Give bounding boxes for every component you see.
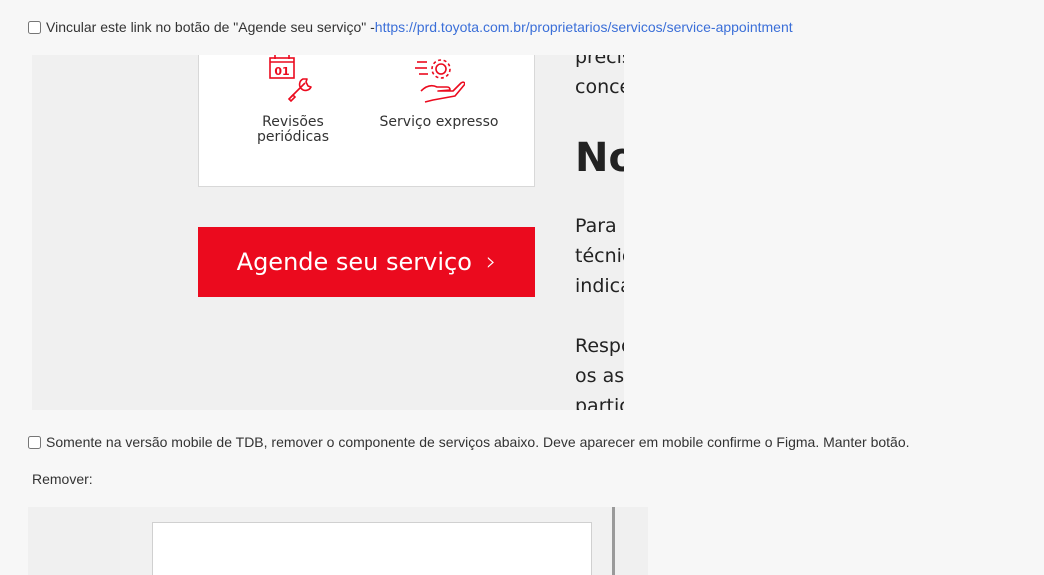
article-line: indica <box>575 275 624 297</box>
services-card-preview <box>152 522 592 575</box>
article-line: conce <box>575 76 624 98</box>
calendar-wrench-icon: 01 <box>269 55 312 103</box>
clipped-article-text: precis conce No Para i técnic indica Res… <box>575 55 624 410</box>
link-option-label: Vincular este link no botão de "Agende s… <box>46 19 375 35</box>
service-item-periodic-revisions: 01 Revisões periódicas <box>233 55 353 145</box>
calendar-day: 01 <box>274 65 289 78</box>
screenshot-frame <box>120 507 615 575</box>
service-appointment-link[interactable]: https://prd.toyota.com.br/proprietarios/… <box>375 19 793 35</box>
service-label: Serviço expresso <box>379 114 499 130</box>
mobile-remove-checkbox[interactable] <box>28 435 41 449</box>
schedule-service-label: Agende seu serviço <box>236 248 472 276</box>
mobile-option-label: Somente na versão mobile de TDB, remover… <box>46 434 910 450</box>
article-line: precis <box>575 55 624 68</box>
article-line: os as <box>575 365 624 387</box>
chevron-right-icon: › <box>485 247 497 277</box>
schedule-service-button[interactable]: Agende seu serviço › <box>198 227 535 297</box>
mobile-option-row: Somente na versão mobile de TDB, remover… <box>28 434 910 450</box>
article-line: Respo <box>575 335 624 357</box>
link-option-row: Vincular este link no botão de "Agende s… <box>28 19 793 35</box>
article-line: Para i <box>575 215 624 237</box>
article-line: partic <box>575 395 624 410</box>
article-line: técnic <box>575 245 624 267</box>
link-button-checkbox[interactable] <box>28 20 41 34</box>
service-label: Revisões periódicas <box>256 114 330 145</box>
services-card: 01 Revisões periódicas Serviço expresso <box>198 55 535 187</box>
service-item-express: Serviço expresso <box>379 55 499 130</box>
services-screenshot: 01 Revisões periódicas Serviço expresso … <box>32 55 624 410</box>
article-heading: No <box>575 135 624 181</box>
remove-screenshot <box>28 507 648 575</box>
remove-label: Remover: <box>32 471 93 487</box>
hand-gear-icon <box>415 59 465 103</box>
